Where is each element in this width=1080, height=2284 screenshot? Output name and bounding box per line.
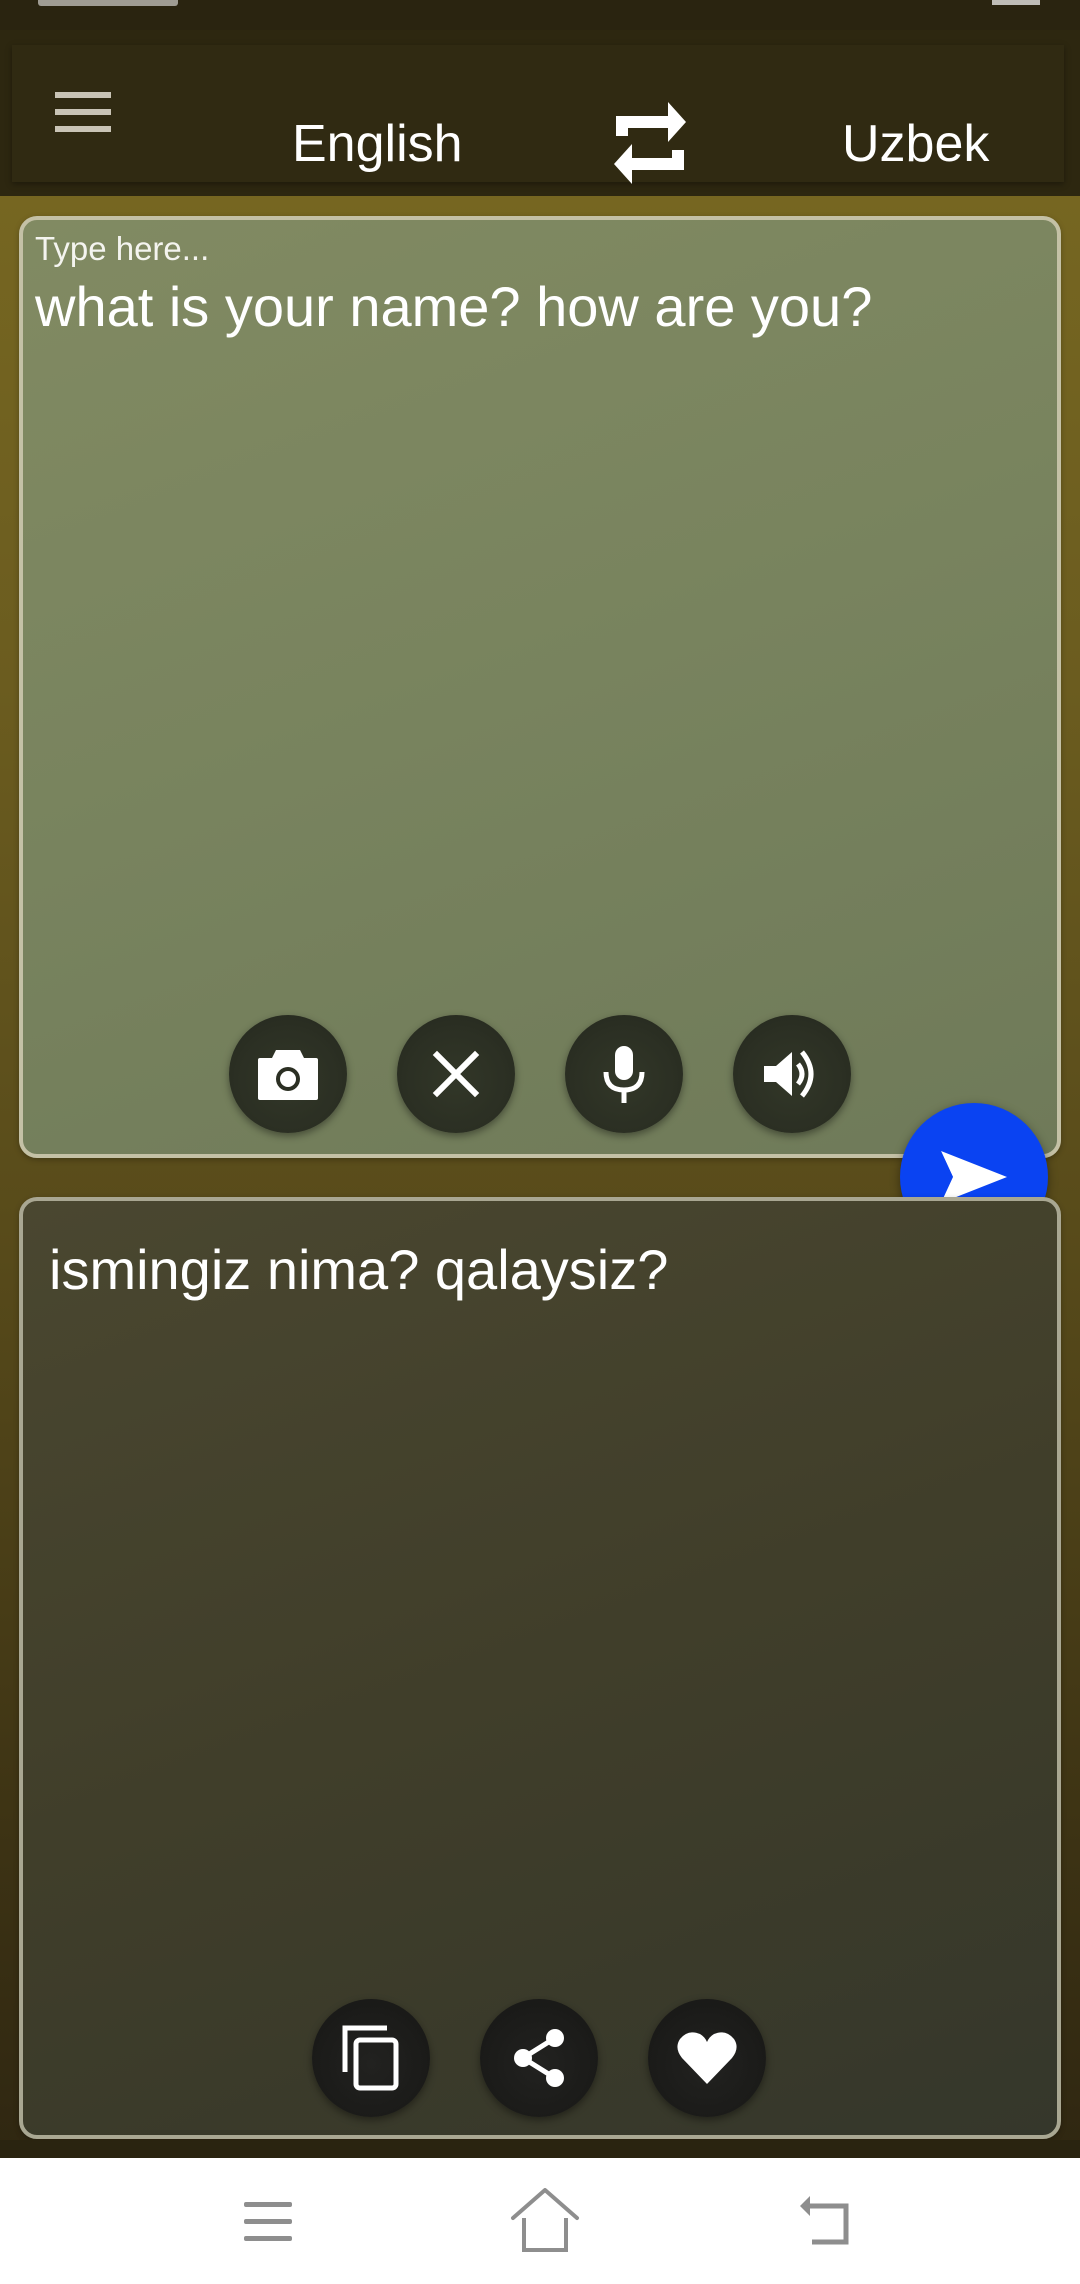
- speak-button[interactable]: [733, 1015, 851, 1133]
- source-text-input[interactable]: what is your name? how are you?: [35, 272, 1045, 342]
- status-icons-left: [38, 0, 178, 6]
- share-button[interactable]: [480, 1999, 598, 2117]
- speaker-icon: [764, 1050, 814, 1098]
- close-icon: [432, 1050, 480, 1098]
- input-placeholder: Type here...: [35, 230, 210, 267]
- swap-languages-icon[interactable]: [610, 100, 690, 186]
- recents-icon: [244, 2202, 292, 2241]
- status-bar: [0, 0, 1080, 30]
- camera-button[interactable]: [229, 1015, 347, 1133]
- back-icon: [800, 2196, 849, 2245]
- source-language-selector[interactable]: English: [292, 112, 463, 176]
- copy-icon: [342, 2025, 399, 2091]
- heart-icon: [677, 2032, 737, 2084]
- app-bar: English Uzbek: [0, 30, 1080, 196]
- home-button[interactable]: [510, 2188, 579, 2252]
- translated-text: ismingiz nima? qalaysiz?: [49, 1238, 669, 1301]
- copy-button[interactable]: [312, 1999, 430, 2117]
- recents-button[interactable]: [238, 2194, 298, 2250]
- voice-input-button[interactable]: [565, 1015, 683, 1133]
- back-button[interactable]: [796, 2194, 856, 2250]
- favorite-button[interactable]: [648, 1999, 766, 2117]
- share-icon: [514, 2029, 564, 2087]
- camera-icon: [258, 1050, 318, 1100]
- clear-button[interactable]: [397, 1015, 515, 1133]
- input-panel: Type here... what is your name? how are …: [19, 216, 1061, 1158]
- home-icon: [511, 2188, 579, 2252]
- microphone-icon: [603, 1046, 645, 1103]
- battery-icon: [992, 0, 1040, 5]
- output-panel: ismingiz nima? qalaysiz?: [19, 1197, 1061, 2139]
- bottom-strip: [0, 2140, 1080, 2158]
- target-language-selector[interactable]: Uzbek: [842, 112, 989, 176]
- system-navigation-bar: [0, 2158, 1080, 2284]
- hamburger-menu-icon[interactable]: [55, 92, 111, 142]
